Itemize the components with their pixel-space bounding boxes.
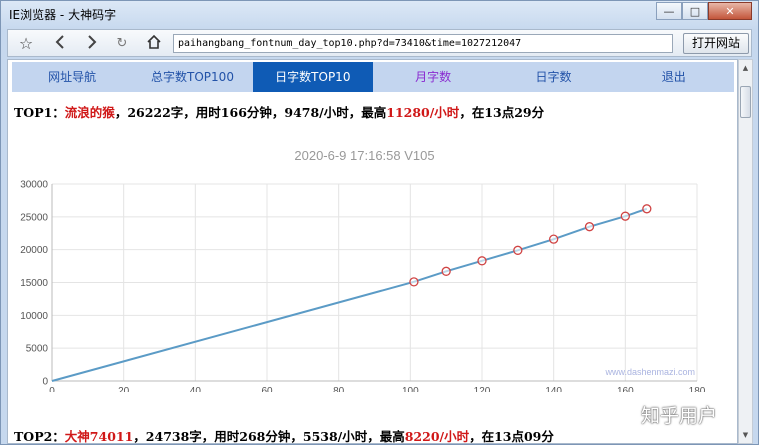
browser-toolbar: ☆ ↻ paihangbang_fontnum_day_top10.php?d=… [7,29,752,57]
window-title: IE浏览器 - 大神码字 [9,8,117,22]
x-tick-label: 140 [545,386,562,392]
data-point [549,234,559,244]
y-tick-label: 0 [42,377,48,388]
nav-item-daily[interactable]: 日字数 [493,62,613,92]
close-button[interactable]: ✕ [708,2,752,20]
nav-item-home[interactable]: 网址导航 [12,62,132,92]
page-content: 网址导航 总字数TOP100 日字数TOP10 月字数 日字数 退出 TOP1：… [7,59,738,444]
data-point [441,266,451,276]
x-tick-label: 160 [617,386,634,392]
nav-item-logout[interactable]: 退出 [614,62,734,92]
chart-title: 2020-6-9 17:16:58 V105 [294,148,434,163]
writing-progress-chart: 2020-6-9 17:16:58 V105050001000015000200… [20,148,706,392]
chart-credit: www.dashenmazi.com [604,367,695,377]
top1-rank: TOP1： [14,105,65,120]
top2-time: ，在13点09分 [469,429,554,444]
data-point [513,245,523,255]
nav-bar: 网址导航 总字数TOP100 日字数TOP10 月字数 日字数 退出 [12,62,734,92]
top1-stats: ，26222字，用时166分钟，9478/小时，最高 [114,105,387,120]
nav-item-monthly[interactable]: 月字数 [373,62,493,92]
x-tick-label: 0 [49,386,55,392]
data-point [477,256,487,266]
scroll-thumb[interactable] [740,86,751,118]
data-point [409,277,419,287]
x-tick-label: 20 [118,386,130,392]
nav-item-total-top100[interactable]: 总字数TOP100 [132,62,252,92]
data-point [620,211,630,221]
top2-summary: TOP2：大神74011，24738字，用时268分钟，5538/小时，最高82… [14,426,554,444]
data-point [642,204,652,214]
browser-window: IE浏览器 - 大神码字 — □ ✕ ☆ ↻ paihangbang_fontn… [0,0,759,445]
open-site-button[interactable]: 打开网站 [683,33,749,54]
x-tick-label: 180 [689,386,706,392]
top2-name[interactable]: 大神74011 [65,429,134,443]
y-tick-label: 30000 [20,180,48,191]
data-point [584,222,595,232]
scroll-up-icon[interactable]: ▲ [740,62,751,74]
home-icon[interactable] [144,34,164,54]
back-icon[interactable] [50,34,70,54]
nav-item-daily-top10[interactable]: 日字数TOP10 [252,62,373,92]
top1-time: ，在13点29分 [459,105,545,120]
top2-stats: ，24738字，用时268分钟，5538/小时，最高 [133,429,405,444]
star-icon[interactable]: ☆ [16,34,36,54]
x-tick-label: 100 [402,386,419,392]
address-bar[interactable]: paihangbang_fontnum_day_top10.php?d=7341… [173,34,673,53]
forward-icon[interactable] [82,34,102,54]
x-tick-label: 60 [261,386,273,392]
y-tick-label: 15000 [20,278,48,289]
x-tick-label: 80 [333,386,345,392]
top2-rank: TOP2： [14,429,65,444]
window-controls: — □ ✕ [656,2,752,20]
maximize-button[interactable]: □ [682,2,708,20]
minimize-button[interactable]: — [656,2,682,20]
x-tick-label: 120 [474,386,491,392]
y-tick-label: 5000 [26,344,49,355]
vertical-scrollbar[interactable]: ▲ ▼ [738,59,753,444]
x-tick-label: 40 [190,386,202,392]
title-bar: IE浏览器 - 大神码字 — □ ✕ [1,1,758,27]
y-tick-label: 25000 [20,212,48,223]
series-line [51,207,648,382]
top1-name[interactable]: 流浪的猴 [65,105,115,120]
y-tick-label: 10000 [20,311,48,322]
refresh-icon[interactable]: ↻ [112,34,132,54]
watermark: 知乎用户 [641,405,718,427]
scroll-down-icon[interactable]: ▼ [740,429,751,441]
y-tick-label: 20000 [20,245,48,256]
top2-peak: 8220/小时 [404,429,470,444]
top1-peak: 11280/小时 [386,105,460,120]
top1-summary: TOP1：流浪的猴，26222字，用时166分钟，9478/小时，最高11280… [14,102,544,121]
